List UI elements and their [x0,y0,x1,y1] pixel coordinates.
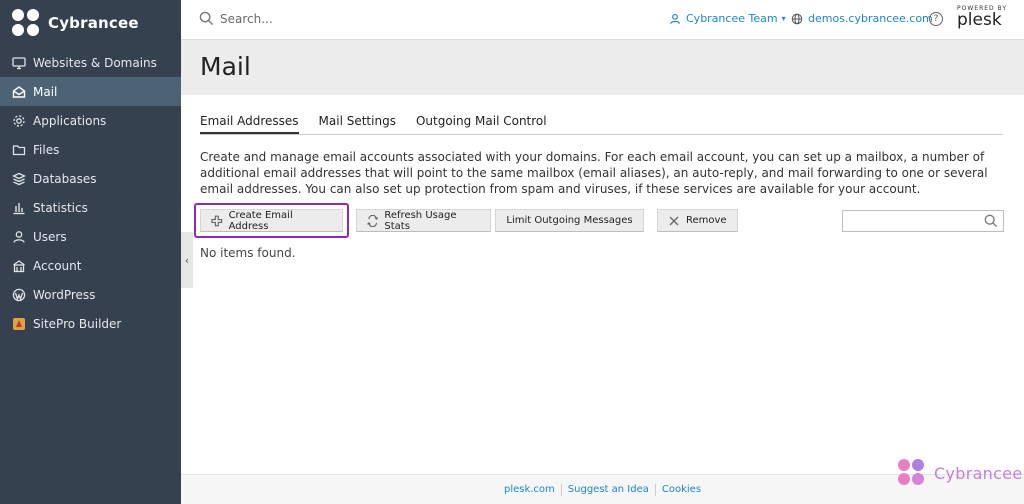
footer-link-suggest-idea[interactable]: Suggest an Idea [562,484,655,495]
tab-outgoing-mail-control[interactable]: Outgoing Mail Control [416,114,547,134]
sidebar-item-sitepro-builder[interactable]: SitePro Builder [0,309,181,338]
mail-tabs: Email Addresses Mail Settings Outgoing M… [200,114,1003,135]
sidebar-item-mail[interactable]: Mail [0,77,181,106]
bar-chart-icon [12,201,26,215]
sidebar-item-label: WordPress [33,287,96,302]
sidebar-nav: Websites & Domains Mail Applications Fil… [0,48,181,338]
chevron-down-icon: ▾ [781,14,786,23]
wordpress-icon [12,288,26,302]
page-title: Mail [200,52,251,81]
brand[interactable]: Cybrancee [0,0,181,46]
account-icon [12,259,26,273]
help-icon[interactable]: ? [929,12,943,26]
team-name: Cybrancee Team [686,12,778,25]
gear-icon [12,114,26,128]
sidebar-item-files[interactable]: Files [0,135,181,164]
create-button-highlight [194,203,349,238]
plesk-logo: POWERED BY plesk [957,5,1007,29]
search-input[interactable] [220,11,420,26]
tab-email-addresses[interactable]: Email Addresses [200,114,299,134]
plesk-wordmark: plesk [957,10,1002,30]
sidebar-item-label: Account [33,258,82,273]
list-search-box [842,210,1004,232]
monitor-icon [12,56,26,70]
refresh-usage-stats-button[interactable]: Refresh Usage Stats [356,209,491,232]
refresh-icon [367,214,379,227]
limit-outgoing-messages-label: Limit Outgoing Messages [506,215,633,226]
remove-button[interactable]: Remove [657,209,738,232]
page-description: Create and manage email accounts associa… [200,150,988,196]
sidebar-item-account[interactable]: Account [0,251,181,280]
sidebar-item-users[interactable]: Users [0,222,181,251]
chevron-left-icon: ‹ [184,253,190,267]
sidebar-item-statistics[interactable]: Statistics [0,193,181,222]
user-icon [670,13,680,24]
page-title-band: Mail [181,40,1024,95]
domain-name: demos.cybrancee.com [808,12,933,25]
refresh-usage-stats-label: Refresh Usage Stats [384,209,457,232]
sidebar-item-databases[interactable]: Databases [0,164,181,193]
global-search [199,11,420,26]
brand-name: Cybrancee [48,14,139,32]
sidebar-collapse-handle[interactable]: ‹ [181,232,193,288]
sidebar-item-wordpress[interactable]: WordPress [0,280,181,309]
search-icon[interactable] [984,214,998,228]
folder-icon [12,143,26,157]
sidebar-item-label: Statistics [33,200,88,215]
sidebar: Cybrancee Websites & Domains Mail Applic… [0,0,181,504]
sitepro-icon [12,317,26,331]
footer-link-cookies[interactable]: Cookies [656,484,707,495]
database-icon [12,172,26,186]
sidebar-item-label: Databases [33,171,97,186]
sidebar-item-applications[interactable]: Applications [0,106,181,135]
mail-icon [12,85,26,99]
team-menu[interactable]: Cybrancee Team ▾ [669,12,786,25]
search-icon [199,11,214,26]
footer-link-plesk[interactable]: plesk.com [498,484,561,495]
sidebar-item-label: Mail [33,84,58,99]
watermark-logo-icon [898,459,926,487]
sidebar-item-label: Files [33,142,60,157]
brand-logo-icon [12,9,40,37]
limit-outgoing-messages-button[interactable]: Limit Outgoing Messages [495,209,644,232]
close-icon [669,216,679,225]
top-header: Cybrancee Team ▾ demos.cybrancee.com ? P… [181,0,1024,40]
sidebar-item-label: Applications [33,113,107,128]
list-search-input[interactable] [843,211,978,231]
watermark: Cybrancee [898,459,1023,487]
sidebar-item-label: SitePro Builder [33,316,122,331]
sidebar-item-label: Websites & Domains [33,55,157,70]
domain-link[interactable]: demos.cybrancee.com [791,12,933,25]
sidebar-item-websites-domains[interactable]: Websites & Domains [0,48,181,77]
user-icon [12,230,26,244]
sidebar-item-label: Users [33,229,67,244]
tab-mail-settings[interactable]: Mail Settings [319,114,396,134]
watermark-text: Cybrancee [934,463,1023,483]
remove-label: Remove [686,215,727,226]
empty-list-message: No items found. [200,246,296,260]
globe-icon [791,13,803,24]
